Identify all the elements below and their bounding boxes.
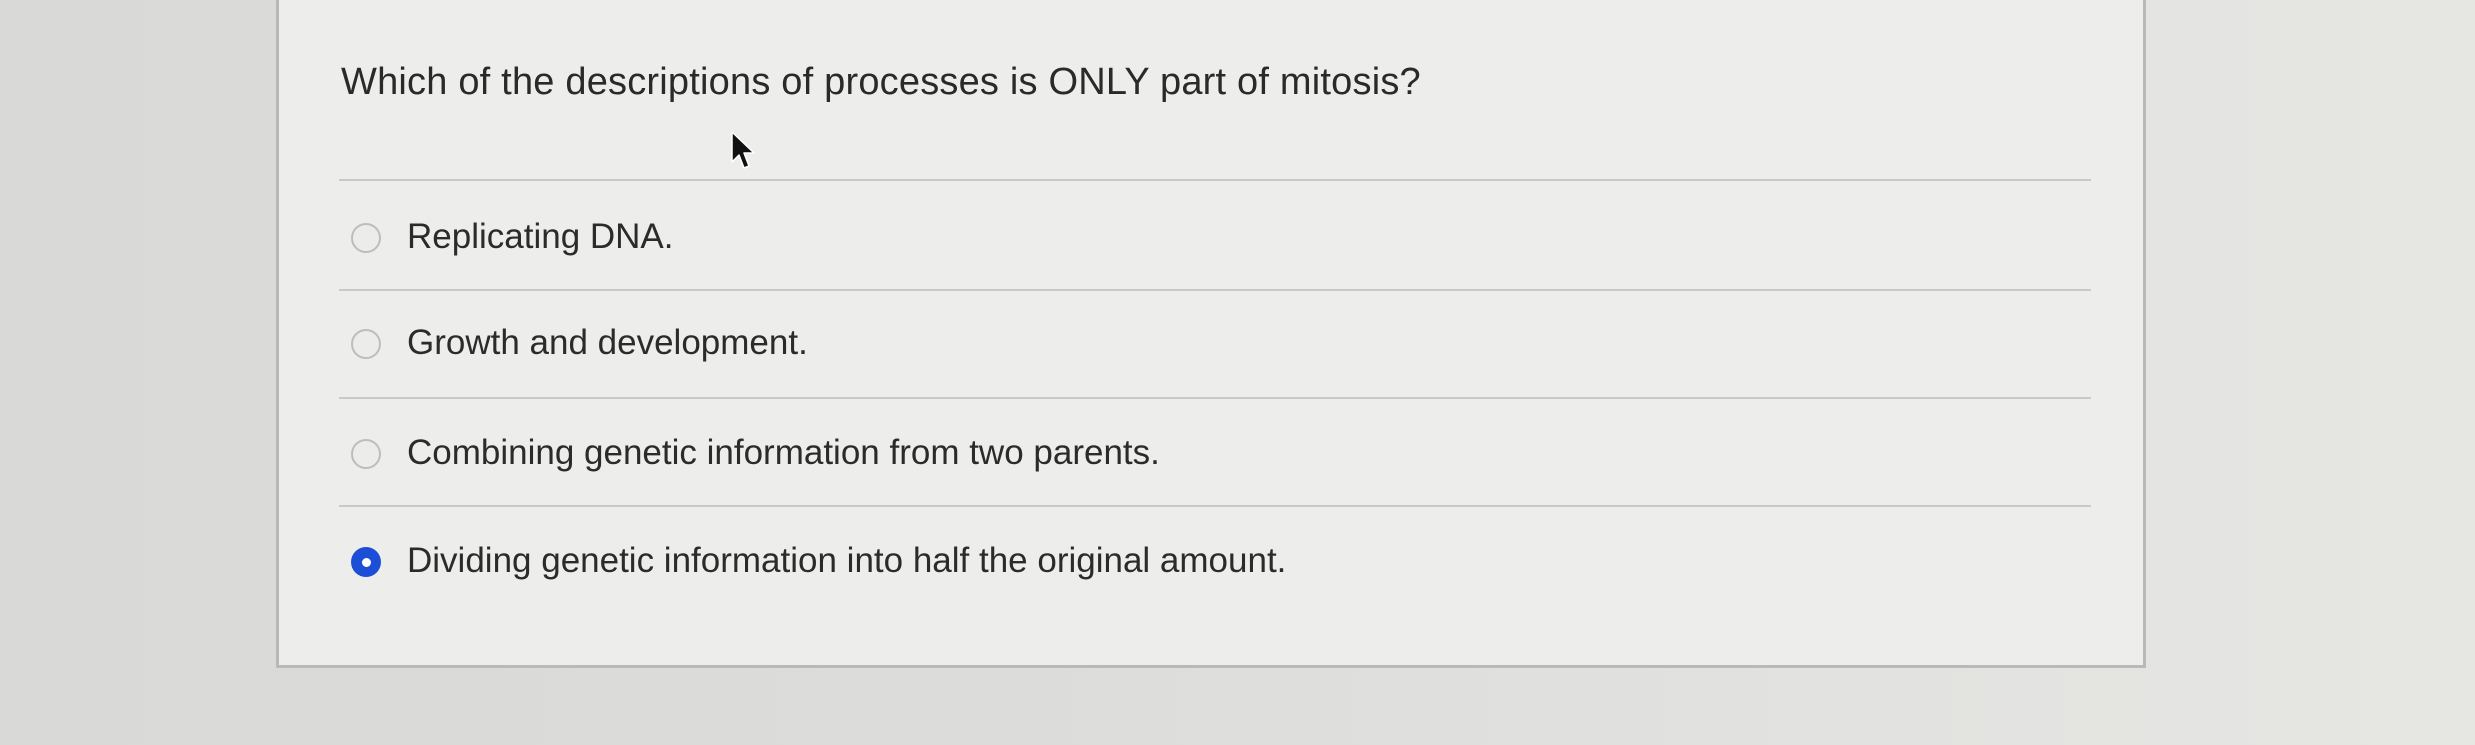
question-card: Which of the descriptions of processes i…: [276, 0, 2146, 668]
separator: [339, 179, 2091, 181]
answer-option-2[interactable]: Growth and development.: [279, 315, 2143, 375]
option-label: Replicating DNA.: [407, 217, 674, 256]
option-label: Dividing genetic information into half t…: [407, 541, 1287, 580]
answer-option-3[interactable]: Combining genetic information from two p…: [279, 425, 2143, 485]
radio-button[interactable]: [351, 223, 381, 253]
answer-option-1[interactable]: Replicating DNA.: [279, 209, 2143, 269]
question-text: Which of the descriptions of processes i…: [341, 61, 1421, 103]
radio-button[interactable]: [351, 439, 381, 469]
answer-option-4[interactable]: Dividing genetic information into half t…: [279, 533, 2143, 593]
separator: [339, 289, 2091, 291]
option-label: Growth and development.: [407, 323, 808, 362]
option-label: Combining genetic information from two p…: [407, 433, 1160, 472]
separator: [339, 505, 2091, 507]
radio-button-selected[interactable]: [351, 547, 381, 577]
radio-button[interactable]: [351, 329, 381, 359]
separator: [339, 397, 2091, 399]
mouse-pointer-icon: [731, 131, 755, 169]
